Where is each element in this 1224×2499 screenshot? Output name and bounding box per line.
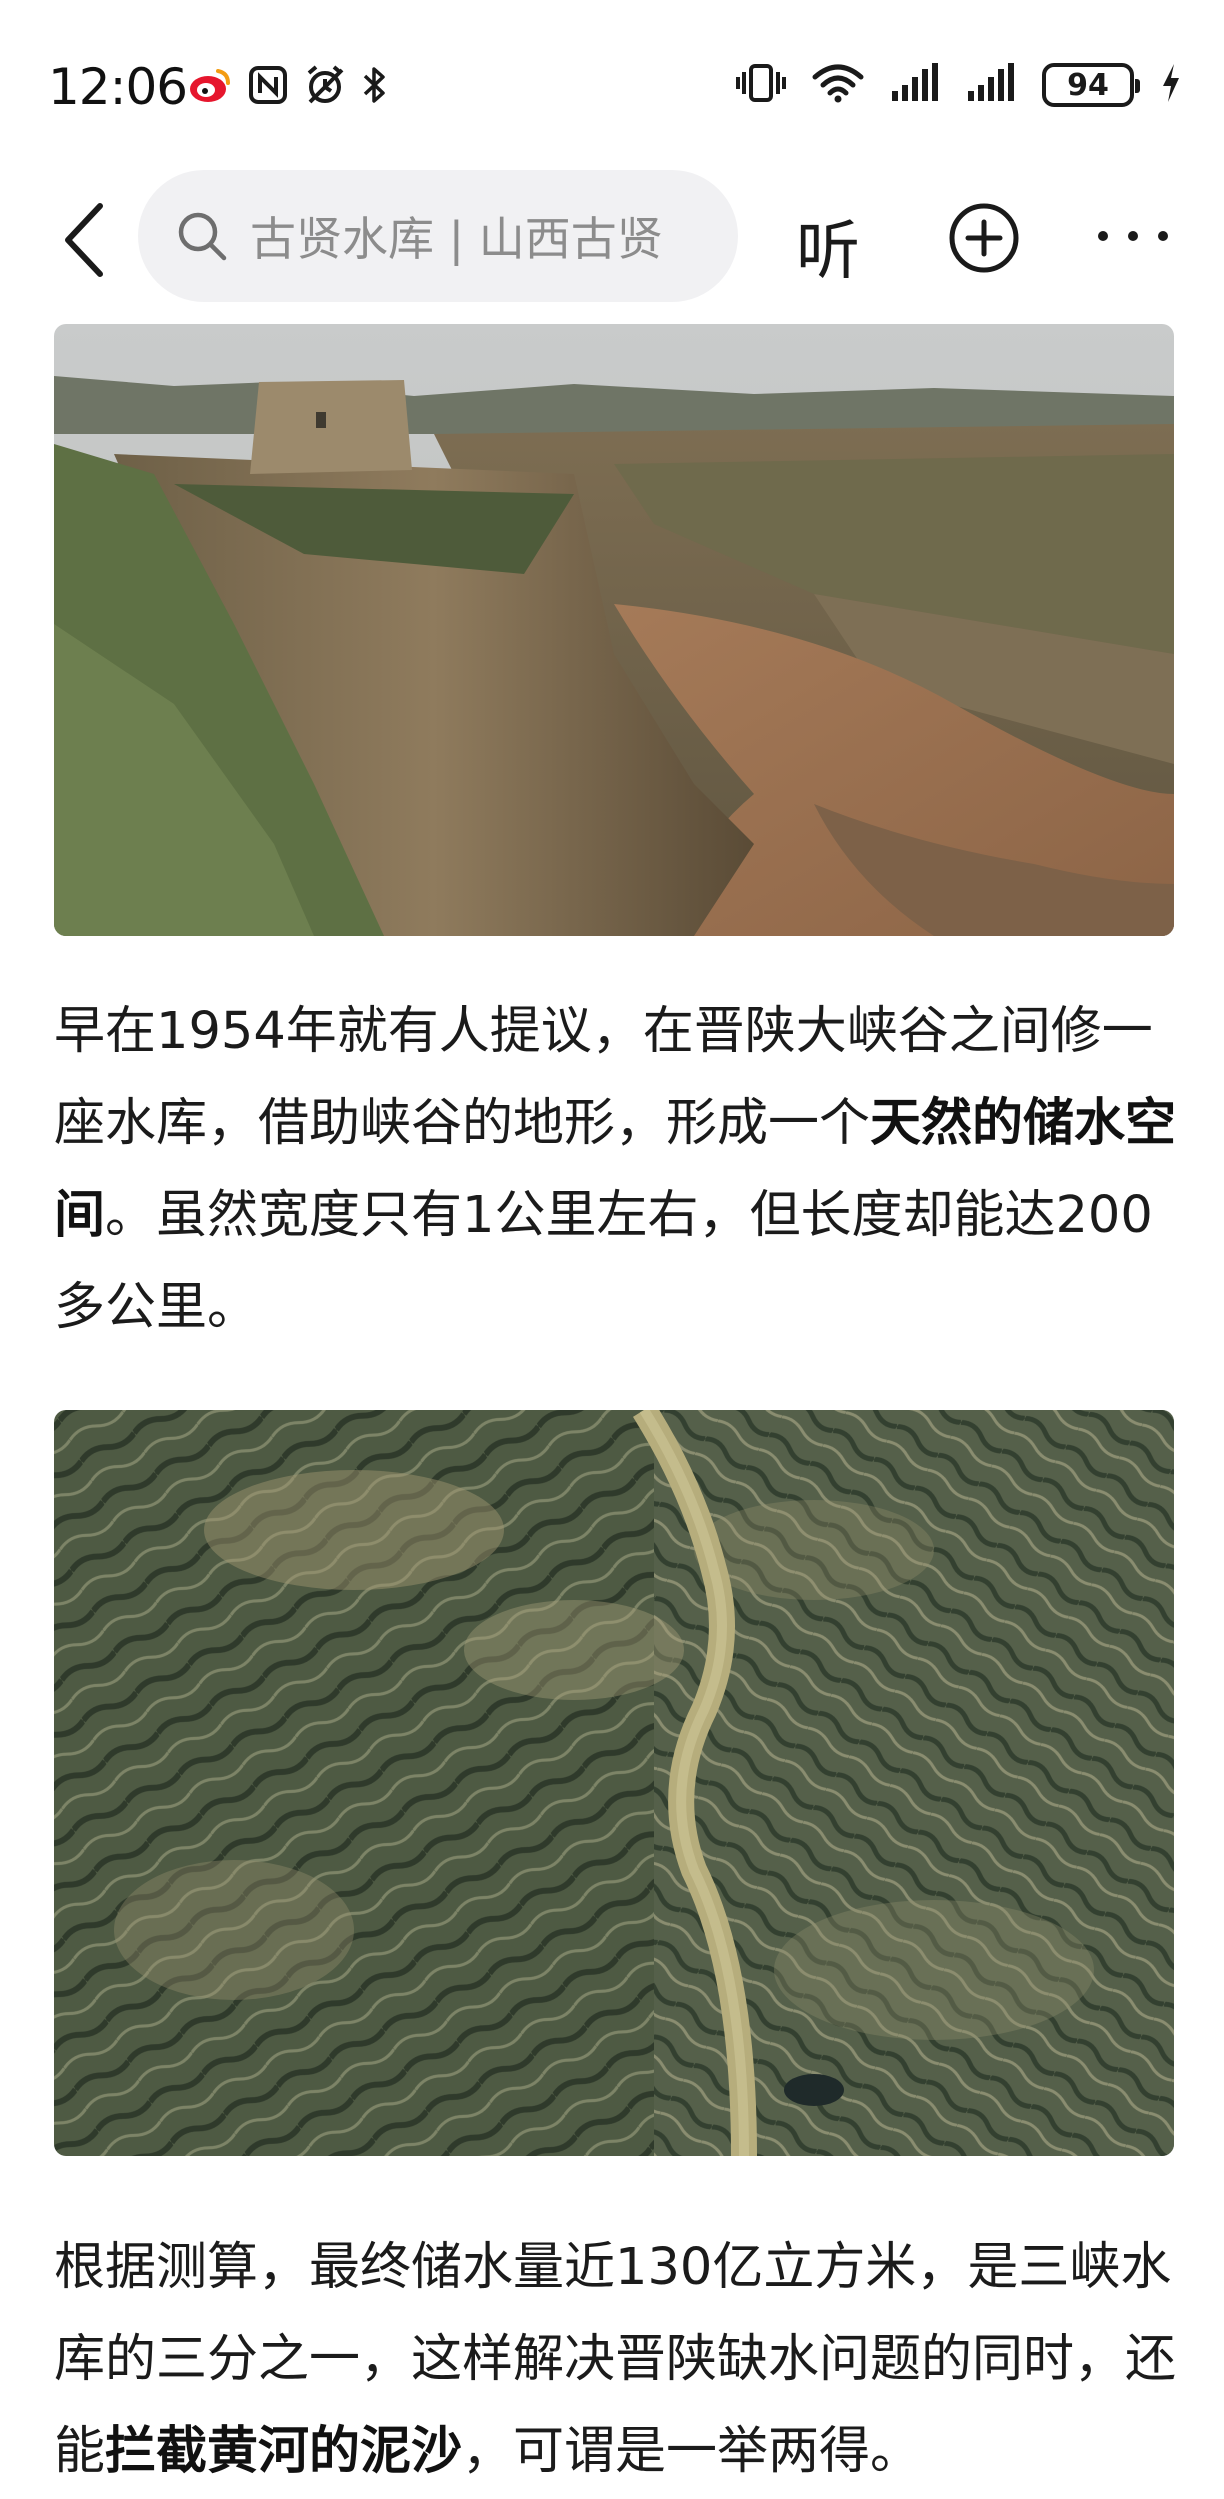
search-text: 古贤水库 | 山西古贤 bbox=[250, 212, 663, 266]
add-button[interactable] bbox=[948, 202, 1020, 274]
nav-bar: 古贤水库 | 山西古贤 听 bbox=[0, 170, 1224, 302]
wifi-icon bbox=[812, 63, 864, 107]
signal-icon bbox=[966, 63, 1016, 107]
status-right-icons: 94 bbox=[736, 62, 1182, 108]
satellite-photo[interactable] bbox=[54, 1410, 1174, 2156]
article-paragraph-2: 根据测算，最终储水量近130亿立方米，是三峡水库的三分之一，这样解决晋陕缺水问题… bbox=[54, 2222, 1184, 2498]
plus-circle-icon bbox=[949, 203, 1019, 273]
battery-level: 94 bbox=[1067, 67, 1109, 103]
para2-bold: 拦截黄河的泥沙 bbox=[105, 2422, 463, 2481]
status-left-icons bbox=[188, 64, 388, 110]
alarm-icon bbox=[304, 64, 346, 110]
back-icon bbox=[65, 203, 103, 277]
status-time: 12:06 bbox=[48, 58, 188, 116]
search-input[interactable]: 古贤水库 | 山西古贤 bbox=[138, 170, 738, 302]
para1-text-b: 。虽然宽度只有1公里左右，但长度却能达200多公里。 bbox=[54, 1186, 1153, 1337]
charging-icon bbox=[1160, 62, 1182, 108]
article-paragraph-1: 早在1954年就有人提议，在晋陕大峡谷之间修一座水库，借助峡谷的地形，形成一个天… bbox=[54, 986, 1184, 1354]
more-icon bbox=[1098, 231, 1108, 241]
nfc-icon bbox=[248, 65, 288, 109]
more-button[interactable] bbox=[1098, 200, 1168, 272]
canyon-photo[interactable] bbox=[54, 324, 1174, 936]
weibo-icon bbox=[188, 65, 232, 109]
bluetooth-icon bbox=[362, 64, 388, 110]
search-icon bbox=[178, 212, 227, 261]
listen-button[interactable]: 听 bbox=[796, 200, 860, 292]
vibrate-icon bbox=[736, 62, 786, 108]
signal-icon bbox=[890, 63, 940, 107]
back-button[interactable] bbox=[52, 200, 116, 280]
para2-text-b: ，可谓是一举两得。 bbox=[462, 2422, 922, 2481]
status-bar: 12:06 94 bbox=[0, 0, 1224, 180]
battery-icon: 94 bbox=[1042, 63, 1140, 107]
